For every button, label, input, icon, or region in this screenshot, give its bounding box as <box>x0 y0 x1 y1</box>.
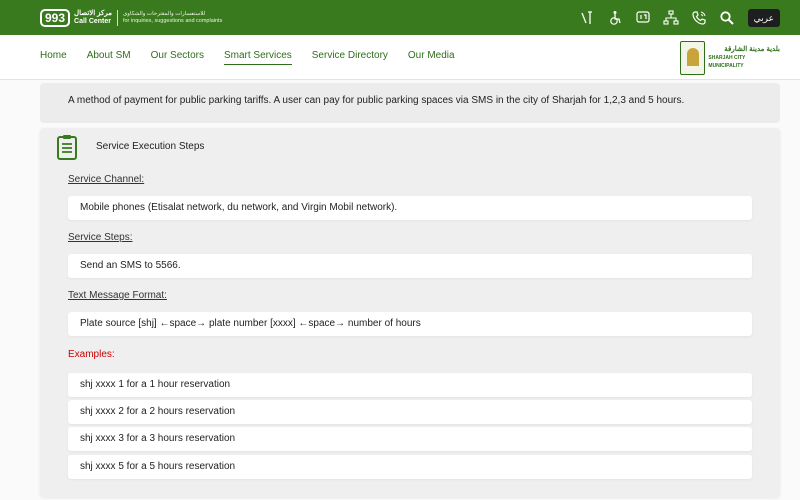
service-description: A method of payment for public parking t… <box>40 83 780 123</box>
sharjah-municipality-logo[interactable]: بلدية مدينة الشارقة SHARJAH CITY MUNICIP… <box>680 40 780 76</box>
example-item: shj xxxx 5 for a 5 hours reservation <box>68 455 752 479</box>
nav-item-smart-services[interactable]: Smart Services <box>223 50 292 65</box>
examples-label: Examples: <box>68 349 115 360</box>
call-center-number: 993 <box>40 9 71 27</box>
phone-icon[interactable] <box>690 9 708 27</box>
steps-title: Service Execution Steps <box>96 141 205 152</box>
call-center-label-ar: مركز الاتصال <box>74 10 112 17</box>
clipboard-icon <box>57 135 77 160</box>
sign-language-icon[interactable] <box>634 9 652 27</box>
nav-item-about[interactable]: About SM <box>87 50 131 65</box>
nav-item-sectors[interactable]: Our Sectors <box>151 50 204 65</box>
example-item: shj xxxx 2 for a 2 hours reservation <box>68 400 752 424</box>
accessibility-icon[interactable] <box>578 9 596 27</box>
call-center-link[interactable]: 993 مركز الاتصال Call Center للاستفسارات… <box>40 8 222 28</box>
logo-text-en: SHARJAH CITY MUNICIPALITY <box>708 55 746 69</box>
search-icon[interactable] <box>718 9 736 27</box>
example-item: shj xxxx 1 for a 1 hour reservation <box>68 373 752 397</box>
message-format-label: Text Message Format: <box>68 290 167 301</box>
call-center-desc-en: for inquiries, suggestions and complaint… <box>122 18 223 24</box>
nav-item-home[interactable]: Home <box>40 50 67 65</box>
nav-item-media[interactable]: Our Media <box>408 50 455 65</box>
call-center-desc-ar: للاستفسارات والمقترحات والشكاوى <box>122 11 206 17</box>
service-channel-value: Mobile phones (Etisalat network, du netw… <box>68 196 752 220</box>
divider <box>116 10 118 26</box>
logo-emblem-icon <box>680 41 706 75</box>
top-icons: عربي <box>568 0 780 35</box>
service-channel-label: Service Channel: <box>68 174 145 185</box>
call-center-label-en: Call Center <box>74 18 111 25</box>
service-steps-value: Send an SMS to 5566. <box>68 254 752 278</box>
sitemap-icon[interactable] <box>662 9 680 27</box>
message-format-value: Plate source [shj] ←space→ plate number … <box>68 312 752 336</box>
nav-item-service-directory[interactable]: Service Directory <box>312 50 388 65</box>
service-steps-label: Service Steps: <box>68 232 133 243</box>
top-bar: 993 مركز الاتصال Call Center للاستفسارات… <box>0 0 800 35</box>
language-toggle-button[interactable]: عربي <box>747 8 780 27</box>
logo-text-ar: بلدية مدينة الشارقة <box>724 46 780 53</box>
wheelchair-icon[interactable] <box>606 9 624 27</box>
example-item: shj xxxx 3 for a 3 hours reservation <box>68 427 752 451</box>
